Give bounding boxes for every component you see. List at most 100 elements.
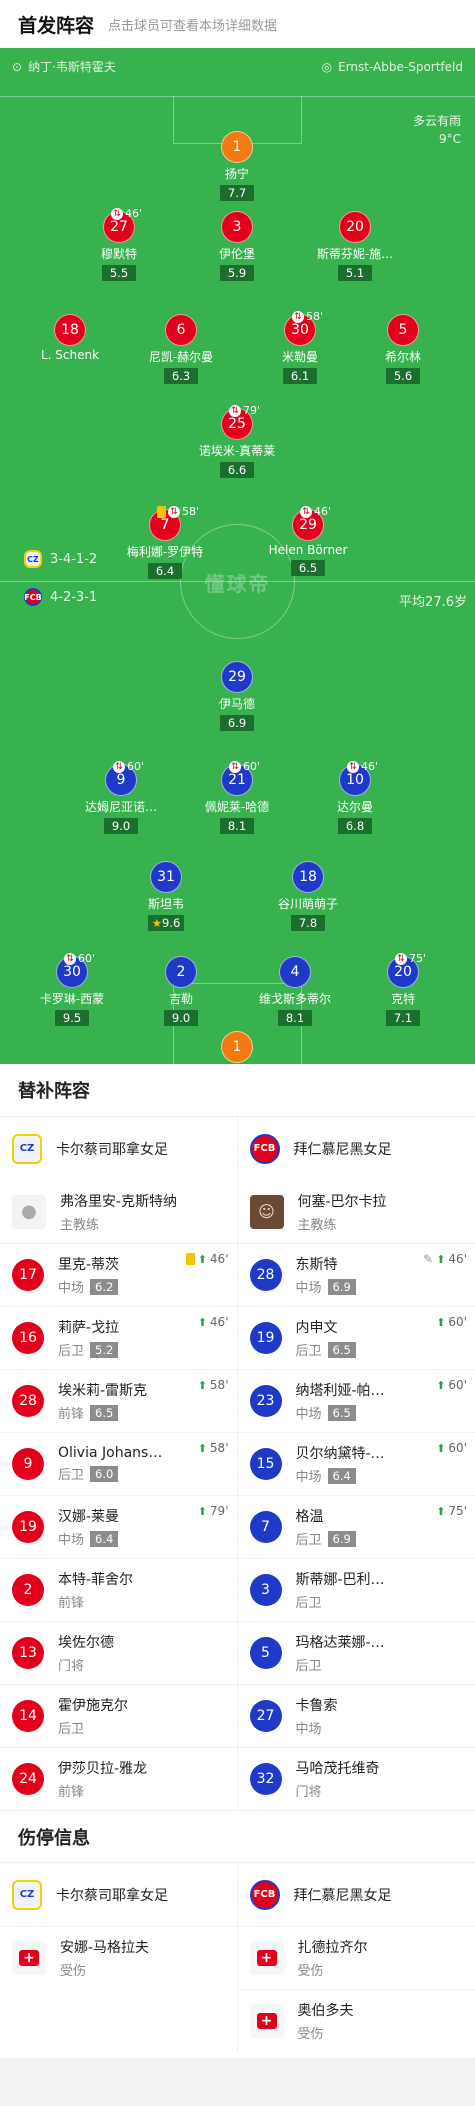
home-player[interactable]: 5 希尔林 5.6 xyxy=(343,314,463,384)
injury-status: 受伤 xyxy=(60,1964,87,1979)
home-player[interactable]: 30 ⇅ 58' 米勒曼 6.1 xyxy=(240,310,360,384)
sub-player-row[interactable]: 7 格温 后卫 6.9 ⬆ 75' xyxy=(237,1495,475,1558)
away-player[interactable]: 4 维戈斯多蒂尔 8.1 xyxy=(235,956,355,1026)
sub-minute: 60' xyxy=(127,760,145,773)
assist-icon: ✎ xyxy=(423,1252,434,1266)
player-rating: 6.4 xyxy=(327,1467,356,1484)
injury-status: 受伤 xyxy=(297,2027,324,2042)
jersey-number: 5 xyxy=(249,1637,282,1669)
away-player[interactable]: 20 ⇅ 75' 克特 7.1 xyxy=(343,952,463,1026)
jersey-number: 1 xyxy=(221,1031,253,1063)
home-coach-row[interactable]: ● 弗洛里安-克斯特纳 主教练 xyxy=(0,1180,237,1243)
player-name: 斯蒂娜-巴利… xyxy=(295,1572,385,1588)
yellow-card-icon xyxy=(157,505,166,518)
home-player[interactable]: 25 ⇅ 79' 诺埃米-真蒂莱 6.6 xyxy=(177,404,297,478)
home-player[interactable]: 7 ⇅ 58' 梅利娜-罗伊特 6.4 xyxy=(105,505,225,579)
player-position: 后卫 xyxy=(295,1596,322,1611)
away-coach-row[interactable]: ☺ 何塞-巴尔卡拉 主教练 xyxy=(238,1180,475,1243)
away-player[interactable]: 30 ⇅ 60' 卡罗琳-西蒙 9.5 xyxy=(12,952,132,1026)
player-name: 纳塔利娅-帕… xyxy=(295,1383,385,1399)
away-player[interactable]: 1玛拉-格罗斯6.8 xyxy=(177,1031,297,1064)
player-rating: 7.7 xyxy=(220,185,254,201)
jersey-number: 16 xyxy=(12,1322,44,1354)
coach-placeholder-icon: ● xyxy=(12,1194,46,1229)
player-position: 中场 xyxy=(295,1470,322,1485)
sub-player-row[interactable]: 5 玛格达莱娜-… 后卫 xyxy=(237,1621,475,1684)
home-player[interactable]: 3 伊伦堡 5.9 xyxy=(177,211,297,281)
away-injury-team[interactable]: FCB 拜仁慕尼黑女足 xyxy=(238,1863,475,1926)
sub-event: ⬆ 58' xyxy=(197,1441,229,1455)
sub-player-row[interactable]: 24 伊莎贝拉-雅龙 前锋 xyxy=(0,1747,237,1810)
sub-minute: 60' xyxy=(78,952,96,965)
home-player[interactable]: 29 ⇅ 46' Helen Börner 6.5 xyxy=(248,505,368,576)
away-team-row[interactable]: FCB 拜仁慕尼黑女足 xyxy=(238,1117,475,1180)
sub-player-row[interactable]: 2 本特-菲舍尔 前锋 xyxy=(0,1558,237,1621)
sub-minute: 75' xyxy=(409,952,427,965)
injury-row[interactable]: + 安娜-马格拉夫 受伤 xyxy=(0,1926,237,1989)
jersey-number: 28 xyxy=(12,1385,44,1417)
player-name: 伊伦堡 xyxy=(218,247,255,261)
home-referee: 纳丁·韦斯特霍夫 xyxy=(28,60,116,74)
sub-player-row[interactable]: 28 埃米莉-雷斯克 前锋 6.5 ⬆ 58' xyxy=(0,1369,237,1432)
away-player[interactable]: 9 ⇅ 60' 达姆尼亚诺… 9.0 xyxy=(61,760,181,834)
home-player[interactable]: 20 斯蒂芬妮-施… 5.1 xyxy=(295,211,415,281)
home-team-row[interactable]: CZ 卡尔蔡司耶拿女足 xyxy=(0,1117,237,1180)
player-name: 斯坦韦 xyxy=(147,897,184,911)
medical-icon: + xyxy=(12,1941,46,1975)
player-name: 希尔林 xyxy=(384,350,421,364)
sub-player-row[interactable]: 32 马哈茂托维奇 门将 xyxy=(237,1747,475,1810)
player-name: 里克-蒂茨 xyxy=(58,1257,120,1273)
sub-player-row[interactable]: 15 贝尔纳黛特-… 中场 6.4 ⬆ 60' xyxy=(237,1432,475,1495)
player-position: 前锋 xyxy=(58,1596,85,1611)
lineup-hint: 点击球员可查看本场详细数据 xyxy=(108,18,278,34)
injury-row[interactable]: + 扎德拉齐尔 受伤 xyxy=(237,1926,475,1989)
sub-event: ⬆ 75' xyxy=(436,1504,467,1518)
sub-event: ⬆ 46' xyxy=(185,1252,229,1266)
player-name: 埃佐尔德 xyxy=(58,1635,114,1651)
weather: 多云有雨 9°C xyxy=(413,112,461,148)
sub-in-icon: ⬆ xyxy=(197,1252,207,1266)
injury-row[interactable]: + 奥伯多夫 受伤 xyxy=(237,1989,475,2052)
substitution-marker: ⇅ 46' xyxy=(347,760,378,773)
player-name: 克特 xyxy=(390,992,415,1006)
sub-icon: ⇅ xyxy=(229,404,241,417)
home-player[interactable]: 1 扬宁 7.7 xyxy=(177,131,297,201)
sub-player-row[interactable]: 17 里克-蒂茨 中场 6.2 ⬆ 46' xyxy=(0,1243,237,1306)
substitution-marker: ⇅ 60' xyxy=(113,760,144,773)
sub-player-row[interactable]: 3 斯蒂娜-巴利… 后卫 xyxy=(237,1558,475,1621)
sub-in-icon: ⬆ xyxy=(197,1315,207,1329)
away-player[interactable]: 10 ⇅ 46' 达尔曼 6.8 xyxy=(295,760,415,834)
home-player[interactable]: 6 尼凯-赫尔曼 6.3 xyxy=(121,314,241,384)
player-name: 尼凯-赫尔曼 xyxy=(148,350,214,364)
player-name: 穆默特 xyxy=(100,247,137,261)
jersey-number: 14 xyxy=(12,1700,44,1732)
home-player[interactable]: 27 ⇅ 46' 穆默特 5.5 xyxy=(59,207,179,281)
sub-player-row[interactable]: 14 霍伊施克尔 后卫 xyxy=(0,1684,237,1747)
player-rating: ★9.6 xyxy=(147,915,185,931)
whistle-icon: ⊙ xyxy=(12,59,23,74)
sub-player-row[interactable]: 28 东斯特 中场 6.9 ✎ ⬆ 46' xyxy=(237,1243,475,1306)
sub-player-row[interactable]: 19 内申文 后卫 6.5 ⬆ 60' xyxy=(237,1306,475,1369)
away-player[interactable]: 2 吉勒 9.0 xyxy=(121,956,241,1026)
sub-player-row[interactable]: 19 汉娜-莱曼 中场 6.4 ⬆ 79' xyxy=(0,1495,237,1558)
home-injury-team[interactable]: CZ 卡尔蔡司耶拿女足 xyxy=(0,1863,237,1926)
sub-event: ⬆ 60' xyxy=(436,1441,467,1455)
away-player[interactable]: 18 谷川萌萌子 7.8 xyxy=(248,861,368,931)
player-position: 后卫 xyxy=(295,1344,322,1359)
away-player[interactable]: 29 伊马德 6.9 xyxy=(177,661,297,731)
player-position: 中场 xyxy=(295,1407,322,1422)
sub-player-row[interactable]: 27 卡鲁索 中场 xyxy=(237,1684,475,1747)
player-position: 中场 xyxy=(58,1281,85,1296)
sub-player-row[interactable]: 16 莉萨-戈拉 后卫 5.2 ⬆ 46' xyxy=(0,1306,237,1369)
away-player[interactable]: 31 斯坦韦 ★9.6 xyxy=(106,861,226,931)
sub-player-row[interactable]: 23 纳塔利娅-帕… 中场 6.5 ⬆ 60' xyxy=(237,1369,475,1432)
sub-player-row[interactable]: 9 Olivia Johans… 后卫 6.0 ⬆ 58' xyxy=(0,1432,237,1495)
lineup-header: 首发阵容 点击球员可查看本场详细数据 xyxy=(0,0,475,48)
home-player[interactable]: 18 L. Schenk xyxy=(10,314,130,362)
away-player[interactable]: 21 ⇅ 60' 佩妮莱-哈德 8.1 xyxy=(177,760,297,834)
sub-player-row[interactable]: 13 埃佐尔德 门将 xyxy=(0,1621,237,1684)
footer-gap xyxy=(0,2058,475,2106)
injuries-title: 伤停信息 xyxy=(0,1810,475,1862)
sub-in-icon: ⬆ xyxy=(436,1504,446,1518)
player-name: 谷川萌萌子 xyxy=(277,897,338,911)
